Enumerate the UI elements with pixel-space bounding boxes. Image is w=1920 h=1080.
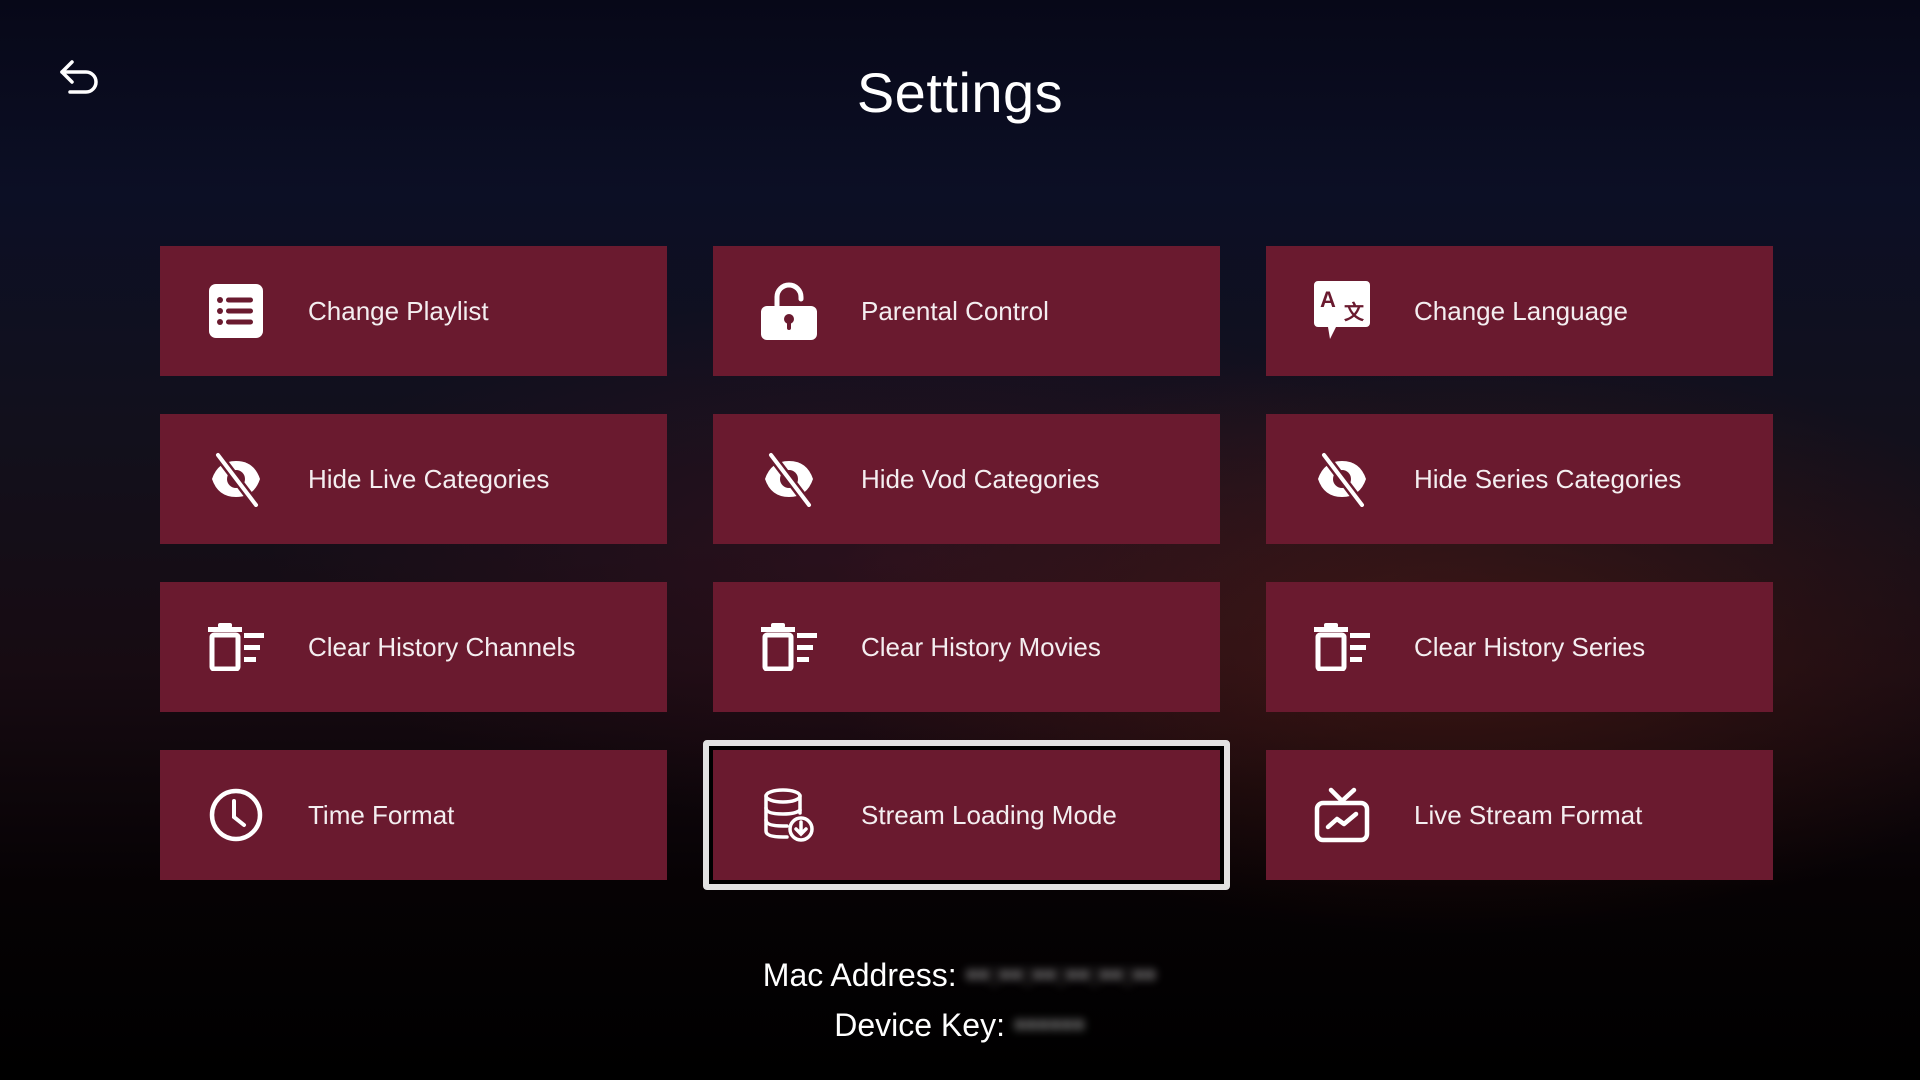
setting-label: Hide Vod Categories: [861, 463, 1100, 494]
database-download-icon: [761, 787, 817, 843]
clear-history-icon: [761, 619, 817, 675]
clear-history-icon: [1314, 619, 1370, 675]
page-title: Settings: [856, 61, 1064, 124]
tv-icon: [1314, 787, 1370, 843]
mac-address-row: Mac Address: ••:••:••:••:••:••: [0, 950, 1920, 1000]
setting-label: Clear History Movies: [861, 631, 1101, 662]
setting-label: Change Language: [1414, 295, 1628, 326]
setting-hide-live-categories[interactable]: Hide Live Categories: [160, 414, 667, 544]
translate-icon: A 文: [1314, 281, 1370, 339]
setting-label: Clear History Channels: [308, 631, 576, 662]
setting-label: Hide Live Categories: [308, 463, 550, 494]
device-key-label: Device Key:: [834, 1007, 1005, 1043]
clock-icon: [208, 787, 264, 843]
device-info: Mac Address: ••:••:••:••:••:•• Device Ke…: [0, 950, 1920, 1050]
setting-change-playlist[interactable]: Change Playlist: [160, 246, 667, 376]
svg-text:A: A: [1320, 287, 1336, 312]
setting-time-format[interactable]: Time Format: [160, 750, 667, 880]
setting-clear-history-channels[interactable]: Clear History Channels: [160, 582, 667, 712]
setting-hide-series-categories[interactable]: Hide Series Categories: [1266, 414, 1773, 544]
mac-address-label: Mac Address:: [762, 957, 957, 993]
eye-off-icon: [761, 451, 817, 507]
setting-label: Hide Series Categories: [1414, 463, 1682, 494]
setting-stream-loading-mode[interactable]: Stream Loading Mode: [703, 740, 1230, 890]
setting-hide-vod-categories[interactable]: Hide Vod Categories: [713, 414, 1220, 544]
setting-parental-control[interactable]: Parental Control: [713, 246, 1220, 376]
device-key-value: ••••••: [1014, 1009, 1086, 1040]
svg-text:文: 文: [1344, 300, 1365, 324]
clear-history-icon: [208, 619, 264, 675]
setting-live-stream-format[interactable]: Live Stream Format: [1266, 750, 1773, 880]
playlist-icon: [208, 283, 264, 339]
setting-clear-history-series[interactable]: Clear History Series: [1266, 582, 1773, 712]
setting-label: Time Format: [308, 799, 455, 830]
setting-label: Clear History Series: [1414, 631, 1646, 662]
setting-label: Change Playlist: [308, 295, 489, 326]
setting-label: Stream Loading Mode: [861, 799, 1117, 830]
unlock-icon: [761, 282, 817, 340]
setting-label: Live Stream Format: [1414, 799, 1643, 830]
setting-clear-history-movies[interactable]: Clear History Movies: [713, 582, 1220, 712]
settings-grid: Change Playlist Parental Control A 文 Cha…: [160, 246, 1773, 890]
eye-off-icon: [1314, 451, 1370, 507]
mac-address-value: ••:••:••:••:••:••: [966, 959, 1158, 990]
setting-label: Parental Control: [861, 295, 1049, 326]
device-key-row: Device Key: ••••••: [0, 1000, 1920, 1050]
setting-change-language[interactable]: A 文 Change Language: [1266, 246, 1773, 376]
eye-off-icon: [208, 451, 264, 507]
